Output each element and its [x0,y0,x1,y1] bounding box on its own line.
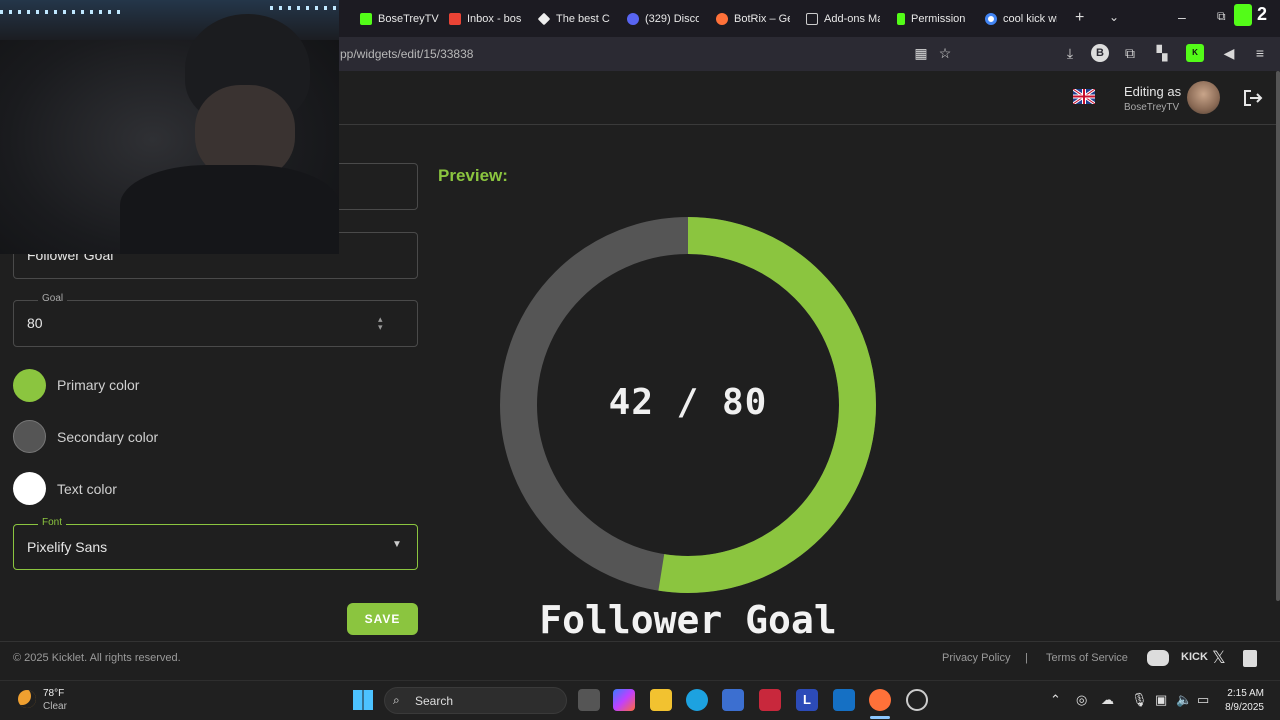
tab-inbox[interactable]: Inbox - bose [449,6,521,32]
diamond-icon [538,12,551,26]
terms-link[interactable]: Terms of Service [1046,652,1128,664]
font-legend: Font [38,517,67,528]
goal-value: 80 [27,315,43,331]
kick-extension-icon[interactable]: K [1186,44,1204,62]
font-value: Pixelify Sans [27,539,108,555]
l-app-icon[interactable]: L [796,689,818,711]
tab-cool-kick[interactable]: cool kick wi [985,6,1057,32]
chevron-down-icon: ▼ [392,539,402,550]
kick-overlay-logo [1234,4,1252,26]
moon-icon [18,690,36,708]
obs-icon[interactable] [906,689,928,711]
tab-addons[interactable]: Add-ons Ma [806,6,880,32]
secondary-color-label: Secondary color [57,429,159,445]
discord-icon[interactable] [1147,650,1169,666]
avatar[interactable] [1187,81,1220,114]
preview-label: Preview: [438,166,508,185]
permission-icon [897,13,905,25]
cloud-icon[interactable]: ☁ [1101,692,1114,708]
tray-app-icon[interactable]: ◎ [1076,692,1087,708]
puzzle-icon [806,13,818,25]
windows-start-icon[interactable] [353,690,373,710]
document-icon[interactable] [1243,650,1257,667]
download-icon[interactable]: ⤓ [1061,44,1079,62]
red-app-icon[interactable] [759,689,781,711]
goal-field[interactable]: Goal 80 ▴ ▾ [13,293,418,347]
logout-icon[interactable] [1243,89,1263,107]
tab-bosetreytv[interactable]: BoseTreyTV [360,6,440,32]
username: BoseTreyTV [1124,102,1180,113]
text-color-swatch[interactable] [13,472,46,505]
save-button[interactable]: SAVE [347,603,418,635]
network-icon[interactable]: ▣ [1155,692,1167,708]
discord-icon [627,13,639,25]
tab-botrix[interactable]: BotRix – Get [716,6,790,32]
text-color-label: Text color [57,481,117,497]
copyright: © 2025 Kicklet. All rights reserved. [13,652,181,664]
tab-list-icon[interactable]: ⌄ [1109,10,1119,24]
tab-discord[interactable]: (329) Discor [627,6,699,32]
firefox-icon [716,13,728,25]
gmail-icon [449,13,461,25]
grid-icon[interactable]: ▦ [912,44,930,62]
outlook-icon[interactable] [833,689,855,711]
taskbar-search[interactable]: ⌕ Search [384,687,567,714]
tray-chevron-icon[interactable]: ⌃ [1050,692,1061,708]
page-scrollbar[interactable] [1276,71,1280,601]
speaker-icon[interactable]: ◀ [1220,44,1238,62]
weather-temp[interactable]: 78°F [43,688,64,699]
footer-divider [0,641,1280,642]
address-bar[interactable]: pp/widgets/edit/15/33838 [340,47,473,61]
clock-time[interactable]: 2:15 AM [1222,688,1264,699]
extensions-icon[interactable]: ⧉ [1121,44,1139,62]
taskbar [0,680,1280,720]
webcam-overlay [0,0,339,254]
menu-icon[interactable]: ≡ [1251,44,1269,62]
footer-separator: | [1025,652,1028,664]
goal-title: Follower Goal [539,598,837,642]
kick-icon [360,13,372,25]
new-tab-icon[interactable]: + [1075,9,1084,27]
kick-icon[interactable]: KICK [1181,651,1208,663]
apps-icon[interactable]: ▚ [1153,44,1171,62]
firefox-taskbar-icon[interactable] [869,689,891,711]
tab-permission[interactable]: Permission [897,6,967,32]
mic-icon[interactable]: 🎙 [1131,692,1148,708]
battery-icon[interactable]: ▭ [1197,692,1209,708]
primary-color-label: Primary color [57,377,140,393]
active-app-indicator [870,716,890,719]
person-body [120,165,339,254]
tab-best[interactable]: The best Ch [538,6,610,32]
volume-icon[interactable]: 🔈 [1176,692,1192,708]
search-label: Search [415,694,454,708]
kick-badge: 2 [1257,4,1268,24]
x-icon[interactable]: 𝕏 [1212,648,1226,668]
secondary-color-swatch[interactable] [13,420,46,453]
minimize-icon[interactable]: – [1178,9,1186,25]
primary-color-swatch[interactable] [13,369,46,402]
goal-legend: Goal [38,293,68,304]
google-icon [985,13,997,25]
led-lights-right [270,6,339,10]
editing-as-label: Editing as [1124,84,1182,99]
task-view-icon[interactable] [578,689,600,711]
restore-icon[interactable]: ⧉ [1217,9,1226,24]
clock-date[interactable]: 8/9/2025 [1216,702,1264,713]
led-lights [0,10,120,14]
file-explorer-icon[interactable] [650,689,672,711]
weather-condition[interactable]: Clear [43,701,67,712]
copilot-icon[interactable] [613,689,635,711]
bookmark-star-icon[interactable]: ☆ [936,44,954,62]
spinner-icon[interactable]: ▴ ▾ [378,315,383,332]
store-icon[interactable] [722,689,744,711]
uk-flag-icon[interactable] [1073,89,1095,104]
profile-b-icon[interactable]: B [1091,44,1109,62]
goal-ratio-text: 42 / 80 [608,382,768,423]
edge-icon[interactable] [686,689,708,711]
search-icon: ⌕ [393,693,400,707]
font-select[interactable]: Font Pixelify Sans ▼ [13,517,418,570]
privacy-link[interactable]: Privacy Policy [942,652,1010,664]
